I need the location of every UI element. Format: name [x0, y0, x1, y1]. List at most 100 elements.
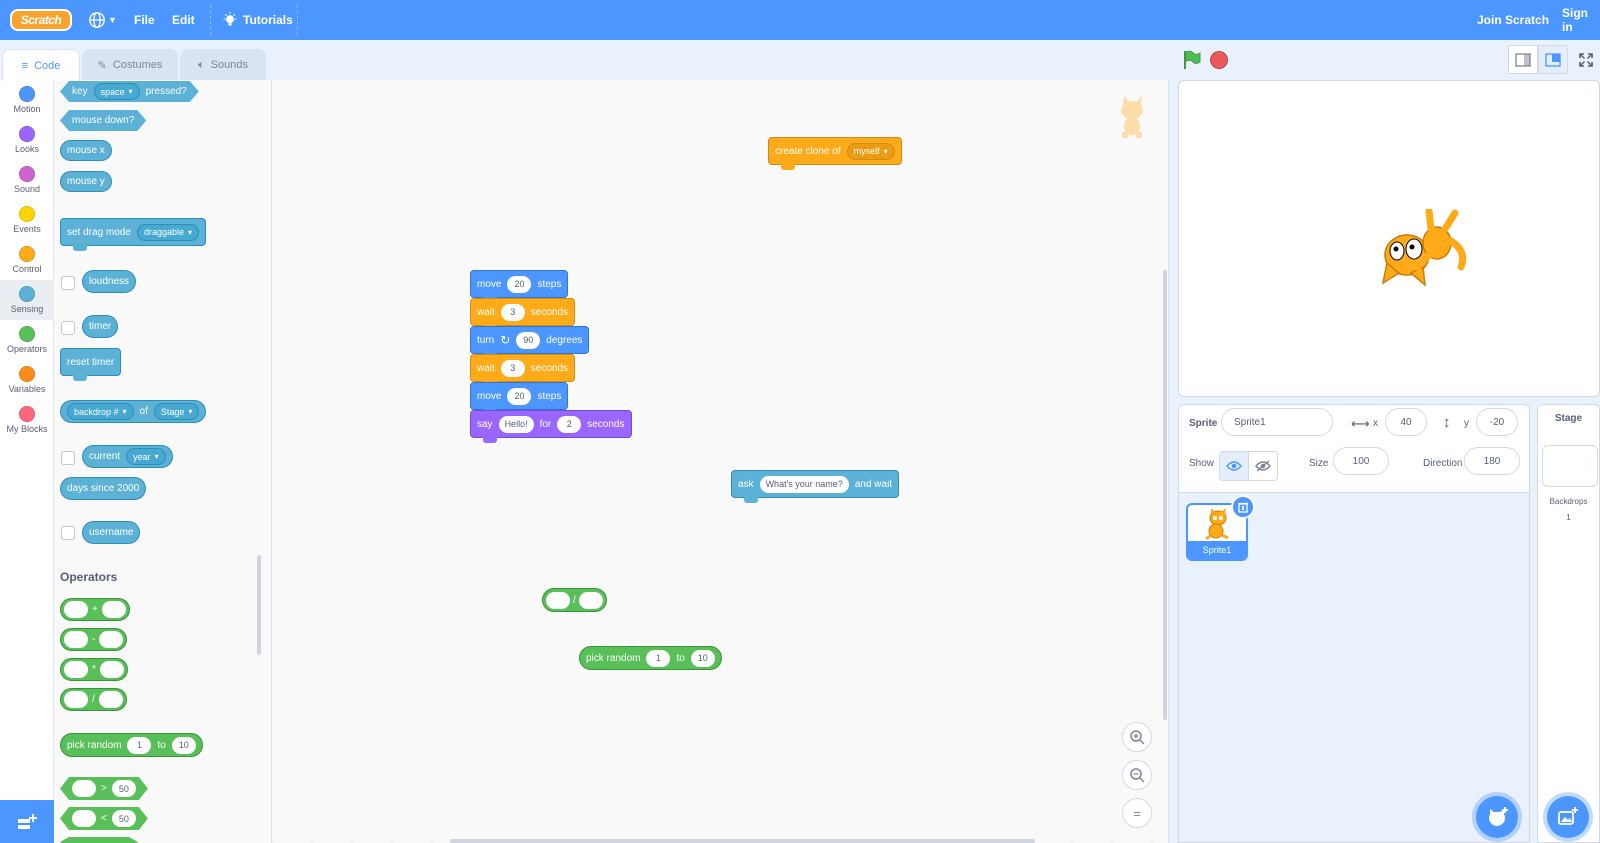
choose-sprite-button[interactable]: [1476, 796, 1518, 838]
key-dropdown[interactable]: space: [94, 83, 140, 100]
timer-block[interactable]: timer: [82, 315, 119, 338]
pick-random-block[interactable]: pick random 1 to 10: [60, 733, 203, 757]
equals-block[interactable]: [60, 837, 138, 843]
steps-input[interactable]: 20: [507, 387, 532, 405]
delete-sprite-button[interactable]: [1231, 495, 1255, 519]
mouse-y-block[interactable]: mouse y: [60, 171, 112, 192]
size-field[interactable]: 100: [1333, 447, 1389, 475]
steps-input[interactable]: 20: [507, 275, 532, 293]
palette-scrollbar[interactable]: [257, 555, 261, 655]
drag-mode-dropdown[interactable]: draggable: [136, 223, 199, 241]
from-input[interactable]: 1: [646, 649, 671, 667]
key-pressed-block[interactable]: key space pressed?: [60, 81, 199, 102]
show-sprite-button[interactable]: [1219, 451, 1249, 481]
current-checkbox[interactable]: [61, 451, 75, 465]
move-block[interactable]: move 20 steps: [470, 382, 569, 415]
clone-target-dropdown[interactable]: myself: [846, 142, 895, 160]
category-sensing[interactable]: Sensing: [0, 280, 54, 320]
tab-costumes[interactable]: ✎ Costumes: [82, 49, 178, 80]
message-input[interactable]: Hello!: [498, 415, 534, 433]
operand-slot[interactable]: [99, 661, 124, 678]
divide-block[interactable]: /: [542, 588, 607, 612]
zoom-reset-button[interactable]: =: [1122, 798, 1152, 828]
seconds-input[interactable]: 2: [557, 415, 582, 433]
tutorials-button[interactable]: Tutorials: [222, 0, 293, 40]
move-block[interactable]: move 20 steps: [470, 270, 569, 303]
attribute-dropdown[interactable]: backdrop #: [67, 403, 134, 420]
operand-slot[interactable]: [72, 780, 96, 797]
stop-button[interactable]: [1210, 51, 1228, 69]
category-variables[interactable]: Variables: [0, 360, 54, 400]
tab-sounds[interactable]: 🔈︎ Sounds: [180, 49, 266, 80]
scratch-logo[interactable]: Scratch: [10, 9, 72, 31]
current-block[interactable]: current year: [82, 445, 173, 468]
username-checkbox[interactable]: [61, 526, 75, 540]
add-block[interactable]: +: [60, 598, 130, 621]
username-block[interactable]: username: [82, 521, 141, 544]
days-since-block[interactable]: days since 2000: [60, 477, 147, 500]
loudness-block[interactable]: loudness: [82, 270, 137, 293]
edit-menu[interactable]: Edit: [172, 0, 195, 40]
category-sound[interactable]: Sound: [0, 160, 54, 200]
operand-input[interactable]: 50: [112, 780, 136, 797]
category-motion[interactable]: Motion: [0, 80, 54, 120]
category-operators[interactable]: Operators: [0, 320, 54, 360]
multiply-block[interactable]: *: [60, 658, 128, 681]
green-flag-icon[interactable]: [1183, 50, 1201, 70]
operand-slot[interactable]: [64, 661, 88, 678]
mouse-x-block[interactable]: mouse x: [60, 140, 112, 161]
x-field[interactable]: 40: [1385, 408, 1427, 436]
to-input[interactable]: 10: [171, 736, 196, 754]
operand-input[interactable]: 50: [112, 810, 136, 827]
language-menu[interactable]: ▼: [88, 0, 117, 40]
operand-slot[interactable]: [546, 591, 570, 609]
file-menu[interactable]: File: [134, 0, 155, 40]
fullscreen-button[interactable]: [1571, 45, 1600, 74]
workspace-vertical-scrollbar[interactable]: [1163, 270, 1167, 720]
question-input[interactable]: What's your name?: [759, 475, 849, 493]
operand-slot[interactable]: [64, 691, 88, 708]
greater-than-block[interactable]: >50: [60, 777, 148, 800]
choose-backdrop-button[interactable]: [1547, 796, 1589, 838]
stage-canvas[interactable]: [1178, 80, 1600, 397]
code-workspace[interactable]: create clone of myself move 20 steps wai…: [272, 80, 1169, 843]
operand-slot[interactable]: [72, 810, 96, 827]
divide-block[interactable]: /: [60, 688, 127, 711]
target-dropdown[interactable]: Stage: [153, 403, 200, 420]
mouse-down-block[interactable]: mouse down?: [60, 110, 146, 131]
operand-slot[interactable]: [64, 631, 88, 648]
wait-block[interactable]: wait 3 seconds: [470, 354, 576, 387]
less-than-block[interactable]: <50: [60, 807, 148, 830]
sprite-name-field[interactable]: Sprite1: [1221, 408, 1333, 436]
set-drag-mode-block[interactable]: set drag mode draggable: [60, 218, 206, 251]
subtract-block[interactable]: -: [60, 628, 128, 651]
operand-slot[interactable]: [99, 631, 124, 648]
y-field[interactable]: -20: [1476, 408, 1518, 436]
create-clone-block[interactable]: create clone of myself: [768, 137, 902, 170]
loudness-checkbox[interactable]: [61, 276, 75, 290]
say-for-block[interactable]: say Hello! for 2 seconds: [470, 410, 632, 443]
category-events[interactable]: Events: [0, 200, 54, 240]
tab-code[interactable]: ≡ Code: [2, 49, 80, 81]
pick-random-block[interactable]: pick random 1 to 10: [579, 646, 722, 670]
backdrop-of-block[interactable]: backdrop # of Stage: [60, 400, 207, 423]
wait-block[interactable]: wait 3 seconds: [470, 298, 576, 331]
category-looks[interactable]: Looks: [0, 120, 54, 160]
reset-timer-block[interactable]: reset timer: [60, 348, 122, 381]
stage-thumbnail[interactable]: [1542, 445, 1598, 487]
zoom-out-button[interactable]: [1122, 760, 1152, 790]
current-dropdown[interactable]: year: [126, 448, 166, 465]
operand-slot[interactable]: [98, 691, 123, 708]
to-input[interactable]: 10: [690, 649, 715, 667]
seconds-input[interactable]: 3: [500, 303, 525, 321]
zoom-in-button[interactable]: [1122, 722, 1152, 752]
from-input[interactable]: 1: [127, 736, 152, 754]
ask-and-wait-block[interactable]: ask What's your name? and wait: [731, 470, 900, 503]
add-extension-button[interactable]: [0, 800, 54, 843]
workspace-horizontal-scrollbar[interactable]: [450, 839, 1035, 843]
degrees-input[interactable]: 90: [516, 331, 541, 349]
category-control[interactable]: Control: [0, 240, 54, 280]
small-stage-button[interactable]: [1508, 45, 1538, 74]
normal-stage-button[interactable]: [1538, 45, 1568, 74]
sign-in-link[interactable]: Sign in: [1562, 0, 1600, 40]
